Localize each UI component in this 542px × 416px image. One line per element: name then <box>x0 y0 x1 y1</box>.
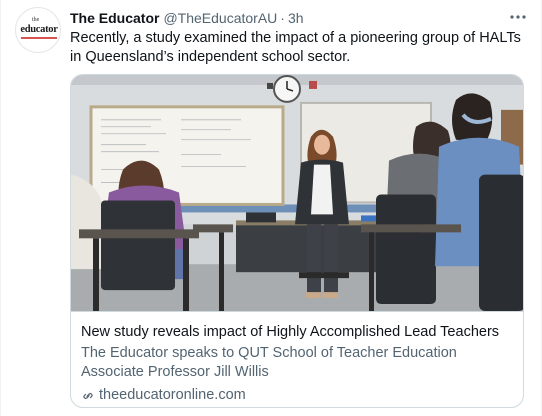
avatar[interactable]: the educator <box>15 7 61 53</box>
link-icon <box>83 392 93 399</box>
avatar-logo-small-text: the <box>32 17 40 23</box>
author-handle[interactable]: @TheEducatorAU <box>163 10 277 26</box>
tweet-text: Recently, a study examined the impact of… <box>70 30 521 65</box>
header-separator: · <box>280 10 285 26</box>
tweet[interactable]: the educator The Educator @TheEducatorAU… <box>0 0 542 416</box>
avatar-logo-underline <box>21 37 57 39</box>
link-card-title[interactable]: New study reveals impact of Highly Accom… <box>81 323 517 342</box>
classroom-photo[interactable] <box>71 75 524 312</box>
avatar-logo-word: educator <box>20 24 58 35</box>
link-card-domain[interactable]: theeducatoronline.com <box>99 386 246 405</box>
link-card[interactable]: New study reveals impact of Highly Accom… <box>70 74 524 408</box>
more-options-button[interactable] <box>507 8 529 26</box>
author-display-name[interactable]: The Educator <box>70 10 159 26</box>
link-card-body[interactable]: New study reveals impact of Highly Accom… <box>81 323 517 405</box>
link-card-description: The Educator speaks to QUT School of Tea… <box>81 345 457 380</box>
tweet-timestamp[interactable]: 3h <box>288 10 304 26</box>
tweet-header: The Educator @TheEducatorAU · 3h <box>70 9 304 27</box>
link-card-domain-row[interactable]: theeducatoronline.com <box>81 386 517 405</box>
more-options-icon <box>510 15 526 19</box>
